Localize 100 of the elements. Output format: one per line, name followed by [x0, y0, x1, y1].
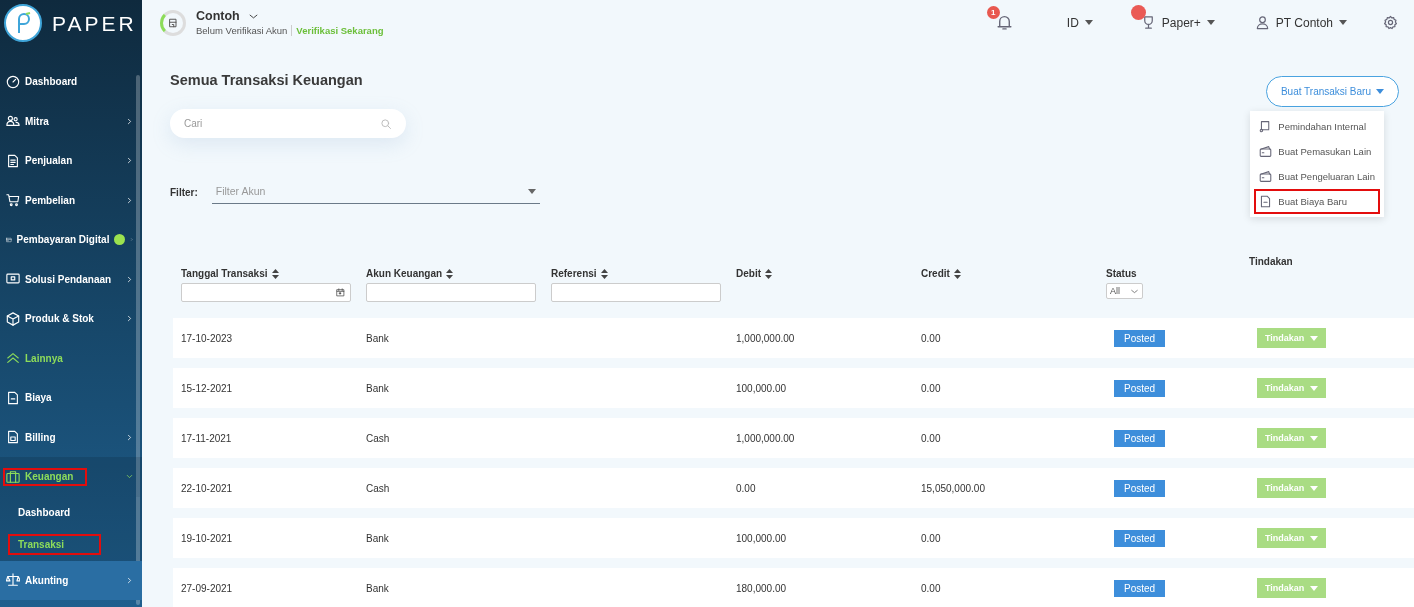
- caret-icon: [1084, 20, 1093, 25]
- sidebar-item-label[interactable]: Produk & Stok: [25, 313, 120, 325]
- table-cell-text: 180,000.00: [736, 582, 788, 594]
- scales-icon: [6, 573, 20, 588]
- logo-text: PAPER: [52, 12, 137, 36]
- menu-item[interactable]: Buat Pengeluaran Lain: [1255, 165, 1379, 188]
- new-transaction-button[interactable]: Buat Transaksi Baru: [1265, 76, 1399, 107]
- monitor-icon: [6, 272, 20, 287]
- caret-icon: [1206, 20, 1215, 25]
- caret-icon: [1339, 20, 1347, 25]
- caret-icon: [1376, 89, 1384, 94]
- column-filter-field[interactable]: [551, 283, 721, 302]
- table-cell-text: Cash: [366, 432, 391, 444]
- table-cell-text: Cash: [366, 482, 391, 494]
- sidebar-item-label[interactable]: Penjualan: [25, 155, 120, 167]
- language-selector[interactable]: ID: [1066, 15, 1079, 30]
- box-icon: [6, 311, 20, 326]
- table-cell-text: 27-09-2021: [181, 582, 234, 594]
- table-cell-text: 17-11-2021: [181, 432, 233, 444]
- chevron-right-icon: [125, 432, 134, 442]
- document-icon: [6, 390, 20, 405]
- sort-icon: [271, 268, 279, 279]
- table-cell-text: 17-10-2023: [181, 332, 234, 344]
- table-cell-text: 22-10-2021: [181, 482, 234, 494]
- double-chevron-icon: [6, 351, 20, 366]
- search-icon: [380, 117, 392, 130]
- calendar-icon: [336, 288, 345, 297]
- table-cell-text: 1,000,000.00: [736, 432, 796, 444]
- menu-item[interactable]: Pemindahan Internal: [1255, 115, 1379, 138]
- sidebar-item-label[interactable]: Billing: [25, 431, 120, 443]
- sidebar-item-label[interactable]: Pembayaran Digital: [16, 234, 110, 246]
- sort-icon: [765, 268, 772, 279]
- sidebar-item-label[interactable]: Lainnya: [25, 352, 134, 364]
- column-header[interactable]: Debit: [736, 268, 761, 279]
- caret-icon: [1310, 535, 1319, 541]
- cart-icon: [6, 193, 20, 208]
- table-cell-text: 15,050,000.00: [921, 482, 986, 494]
- table-cell-text: Bank: [366, 532, 390, 544]
- column-header: Tindakan: [1249, 256, 1293, 267]
- sort-icon: [600, 268, 608, 279]
- column-filter-field[interactable]: [366, 283, 536, 302]
- user-icon: [1254, 15, 1270, 30]
- caret-icon: [1310, 585, 1319, 591]
- table-cell-text: 15-12-2021: [181, 382, 234, 394]
- company-name[interactable]: Contoh: [196, 9, 240, 23]
- wallet-icon: [1259, 145, 1273, 158]
- wallet-icon: [1259, 170, 1273, 183]
- sort-icon: [953, 268, 961, 279]
- caret-icon: [1310, 485, 1319, 491]
- table-cell-text: Bank: [366, 332, 390, 344]
- people-icon: [6, 114, 20, 129]
- menu-item[interactable]: Buat Pemasukan Lain: [1255, 140, 1379, 163]
- chevron-right-icon: [125, 314, 134, 324]
- notification-badge: 1: [986, 6, 1000, 19]
- sidebar-item-label[interactable]: Keuangan: [25, 471, 74, 483]
- status-badge: Posted: [1114, 429, 1166, 447]
- table-cell-text: 19-10-2021: [181, 532, 234, 544]
- table-cell-text: Bank: [366, 382, 390, 394]
- column-header[interactable]: Referensi: [551, 268, 597, 279]
- bell-icon: [995, 14, 1013, 31]
- column-header: Status: [1106, 268, 1137, 279]
- account-selector[interactable]: PT Contoh: [1275, 15, 1333, 30]
- table-cell-text: 100,000.00: [736, 532, 788, 544]
- chevron-right-icon: [125, 195, 134, 205]
- status-filter-select[interactable]: All: [1106, 283, 1143, 299]
- briefcase-icon: [6, 469, 20, 484]
- verification-status: Belum Verifikasi Akun: [196, 25, 288, 36]
- table-cell-text: 0.00: [736, 482, 757, 494]
- table-cell-text: 0.00: [921, 532, 942, 544]
- chevron-right-icon: [125, 575, 134, 585]
- chevron-right-icon: [125, 116, 134, 126]
- caret-icon: [527, 188, 536, 194]
- table-cell-text: 0.00: [921, 332, 942, 344]
- page-title: Semua Transaksi Keuangan: [170, 72, 364, 88]
- status-badge: Posted: [1114, 479, 1166, 497]
- sidebar-item-label[interactable]: Mitra: [25, 115, 120, 127]
- caret-icon: [1310, 335, 1319, 341]
- date-filter-field[interactable]: [181, 283, 351, 302]
- column-header[interactable]: Akun Keuangan: [366, 268, 443, 279]
- logo-icon: [4, 4, 42, 42]
- sidebar-item-label[interactable]: Dashboard: [25, 76, 134, 88]
- sidebar-item-label[interactable]: Biaya: [25, 392, 134, 404]
- status-dot-icon: [1130, 5, 1146, 20]
- menu-item[interactable]: Buat Biaya Baru: [1255, 190, 1379, 213]
- sidebar-item-label[interactable]: Pembelian: [25, 194, 120, 206]
- status-badge: Posted: [1114, 529, 1166, 547]
- table-cell-text: 0.00: [921, 382, 942, 394]
- column-header[interactable]: Credit: [921, 268, 950, 279]
- table-cell-text: 0.00: [921, 582, 942, 594]
- caret-icon: [1310, 435, 1319, 441]
- plan-selector[interactable]: Paper+: [1161, 15, 1201, 30]
- chevron-right-icon: [125, 274, 134, 284]
- status-badge: Posted: [1114, 329, 1166, 347]
- column-header[interactable]: Tanggal Transaksi: [181, 268, 268, 279]
- caret-icon: [1310, 385, 1319, 391]
- document-icon: [1259, 195, 1273, 208]
- status-badge: Posted: [1114, 579, 1166, 597]
- table-cell-text: Bank: [366, 582, 390, 594]
- filter-label: Filter:: [170, 187, 198, 198]
- sidebar-item-label[interactable]: Solusi Pendanaan: [25, 273, 120, 285]
